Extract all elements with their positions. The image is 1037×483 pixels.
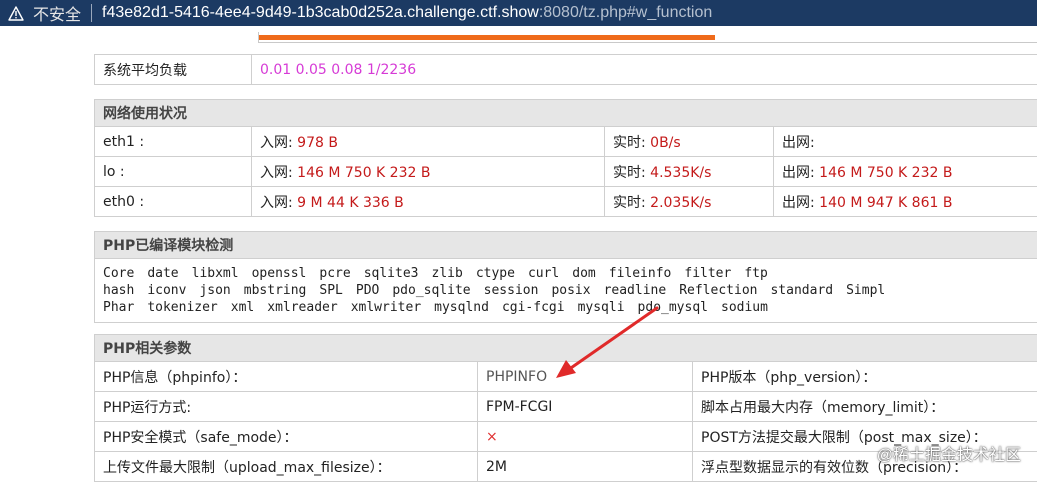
not-secure-label[interactable]: 不安全: [33, 1, 81, 25]
warning-triangle-icon[interactable]: [7, 4, 25, 22]
annotation-arrow-icon: [556, 306, 659, 378]
browser-address-bar[interactable]: 不安全 f43e82d1-5416-4ee4-9d49-1b3cab0d252a…: [0, 0, 1037, 26]
address-divider: [91, 4, 93, 22]
url-host[interactable]: f43e82d1-5416-4ee4-9d49-1b3cab0d252a.cha…: [102, 4, 539, 22]
url-path[interactable]: :8080/tz.php#w_function: [539, 4, 712, 22]
probe-page: 系统平均负载 0.01 0.05 0.08 1/2236 网络使用状况 eth1…: [0, 26, 1037, 483]
watermark-text: @稀土掘金技术社区: [876, 447, 1021, 464]
